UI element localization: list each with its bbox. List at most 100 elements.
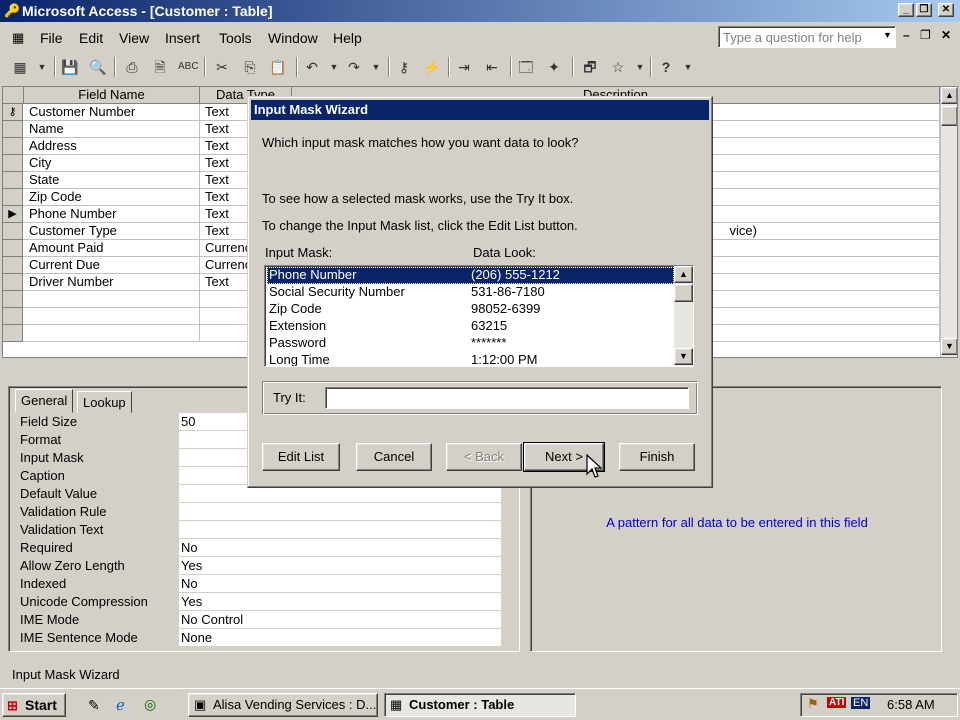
indexes-icon[interactable]: ⚡	[422, 58, 442, 76]
insert-rows-icon[interactable]: ⇥	[454, 58, 474, 76]
language-indicator[interactable]: EN	[851, 697, 871, 709]
field-name-cell[interactable]	[24, 325, 200, 342]
list-item[interactable]: Password *******	[267, 335, 674, 352]
menu-edit[interactable]: Edit	[79, 30, 103, 46]
property-value[interactable]: No Control	[179, 611, 501, 629]
mask-scroll-down-icon[interactable]: ▼	[674, 348, 693, 365]
menu-view[interactable]: View	[119, 30, 149, 46]
undo-dropdown-icon[interactable]: ▼	[324, 58, 344, 76]
field-name-cell[interactable]: Zip Code	[24, 189, 200, 206]
close-button[interactable]: ✕	[938, 3, 954, 17]
list-item[interactable]: Zip Code 98052-6399	[267, 301, 674, 318]
menu-file[interactable]: File	[40, 30, 63, 46]
primary-key-icon[interactable]: ⚷	[394, 58, 414, 76]
menu-help[interactable]: Help	[333, 30, 362, 46]
field-name-cell[interactable]: Phone Number	[24, 206, 200, 223]
mask-scroll-thumb[interactable]	[674, 284, 693, 302]
row-selector[interactable]	[3, 223, 23, 240]
new-object-dropdown-icon[interactable]: ▼	[630, 58, 650, 76]
grid-vertical-scrollbar[interactable]: ▲ ▼	[940, 87, 957, 357]
property-row[interactable]: Required No	[19, 539, 501, 557]
property-value[interactable]: No	[179, 575, 501, 593]
menu-tools[interactable]: Tools	[219, 30, 252, 46]
property-value[interactable]: No	[179, 539, 501, 557]
field-name-cell[interactable]: Name	[24, 121, 200, 138]
task-alisa-vending[interactable]: ▣ Alisa Vending Services : D...	[188, 693, 378, 717]
start-button[interactable]: ⊞ Start	[2, 693, 66, 717]
doc-minimize-button[interactable]: –	[903, 28, 910, 42]
input-mask-list[interactable]: Phone Number (206) 555-1212 Social Securit…	[264, 265, 694, 367]
field-name-cell[interactable]: Customer Type	[24, 223, 200, 240]
back-button[interactable]: < Back	[446, 443, 522, 471]
help-dropdown-small-icon[interactable]: ▼	[678, 58, 698, 76]
field-name-cell[interactable]	[24, 291, 200, 308]
spelling-icon[interactable]: ABC	[178, 58, 199, 76]
row-selector[interactable]	[3, 325, 23, 342]
field-name-cell[interactable]: Driver Number	[24, 274, 200, 291]
property-value[interactable]: Yes	[179, 593, 501, 611]
property-value[interactable]: Yes	[179, 557, 501, 575]
copy-icon[interactable]: ⎘	[240, 58, 260, 76]
cancel-button[interactable]: Cancel	[356, 443, 432, 471]
property-value[interactable]	[179, 503, 501, 521]
row-selector[interactable]	[3, 121, 23, 138]
view-icon[interactable]: ▦	[10, 58, 30, 76]
field-name-cell[interactable]: City	[24, 155, 200, 172]
tab-general[interactable]: General	[15, 389, 74, 413]
menu-window[interactable]: Window	[268, 30, 318, 46]
property-row[interactable]: Allow Zero Length Yes	[19, 557, 501, 575]
row-selector[interactable]	[3, 257, 23, 274]
list-item[interactable]: Long Time 1:12:00 PM	[267, 352, 674, 366]
redo-icon[interactable]: ↷	[344, 58, 364, 76]
doc-restore-button[interactable]: ❐	[920, 28, 931, 42]
header-field-name[interactable]: Field Name	[24, 87, 200, 104]
current-row-icon[interactable]: ▶	[3, 206, 23, 223]
database-window-icon[interactable]: 🗗	[580, 58, 600, 76]
minimize-button[interactable]: _	[898, 3, 914, 17]
row-selector[interactable]	[3, 240, 23, 257]
new-object-icon[interactable]: ☆	[608, 58, 628, 76]
doc-close-button[interactable]: ✕	[941, 28, 951, 42]
list-item[interactable]: Extension 63215	[267, 318, 674, 335]
help-dropdown-icon[interactable]: ▼	[883, 30, 892, 40]
redo-dropdown-icon[interactable]: ▼	[366, 58, 386, 76]
property-row[interactable]: Validation Rule	[19, 503, 501, 521]
property-row[interactable]: Indexed No	[19, 575, 501, 593]
row-selector[interactable]	[3, 155, 23, 172]
undo-icon[interactable]: ↶	[302, 58, 322, 76]
property-value[interactable]: None	[179, 629, 501, 647]
save-icon[interactable]: 💾	[60, 58, 80, 76]
primary-key-icon[interactable]: ⚷	[3, 104, 23, 121]
field-name-cell[interactable]	[24, 308, 200, 325]
edit-list-button[interactable]: Edit List	[262, 443, 340, 471]
scroll-up-icon[interactable]: ▲	[941, 87, 957, 104]
properties-icon[interactable]: 🗔	[516, 58, 536, 76]
list-item[interactable]: Phone Number (206) 555-1212	[267, 267, 674, 284]
property-value[interactable]	[179, 521, 501, 539]
row-selector[interactable]	[3, 189, 23, 206]
paste-icon[interactable]: 📋	[268, 58, 288, 76]
try-it-input[interactable]	[325, 387, 689, 409]
property-row[interactable]: IME Sentence Mode None	[19, 629, 501, 647]
row-selector[interactable]	[3, 291, 23, 308]
field-name-cell[interactable]: Customer Number	[24, 104, 200, 121]
print-icon[interactable]: ⎙	[122, 58, 142, 76]
mask-list-scrollbar[interactable]: ▲ ▼	[674, 266, 693, 366]
row-selector[interactable]	[3, 172, 23, 189]
desktop-icon[interactable]: ✎	[88, 697, 100, 714]
tab-lookup[interactable]: Lookup	[77, 391, 132, 413]
print-preview-icon[interactable]: 🗎	[150, 58, 170, 76]
delete-rows-icon[interactable]: ⇤	[482, 58, 502, 76]
row-selector[interactable]	[3, 308, 23, 325]
property-row[interactable]: IME Mode No Control	[19, 611, 501, 629]
build-icon[interactable]: ✦	[544, 58, 564, 76]
mask-scroll-up-icon[interactable]: ▲	[674, 266, 693, 283]
restore-button[interactable]: ❐	[916, 3, 932, 17]
help-search-input[interactable]: Type a question for help	[718, 26, 896, 48]
row-selector[interactable]	[3, 138, 23, 155]
field-name-cell[interactable]: Amount Paid	[24, 240, 200, 257]
property-row[interactable]: Validation Text	[19, 521, 501, 539]
table-icon[interactable]: ▦	[12, 30, 24, 46]
cut-icon[interactable]: ✂	[212, 58, 232, 76]
field-name-cell[interactable]: State	[24, 172, 200, 189]
